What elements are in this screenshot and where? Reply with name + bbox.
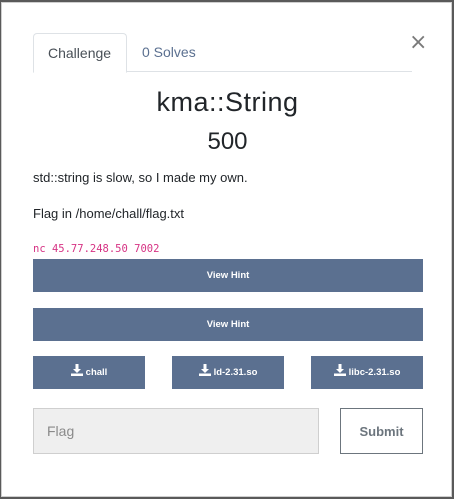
challenge-value: 500 xyxy=(207,128,248,155)
download-icon xyxy=(333,364,346,377)
tab-solves-label: 0 Solves xyxy=(142,44,196,60)
challenge-name: kma::String xyxy=(156,87,299,117)
download-libc-button[interactable]: libc-2.31.so xyxy=(311,356,423,389)
view-hint-label: View Hint xyxy=(206,319,250,330)
tab-solves[interactable]: 0 Solves xyxy=(128,33,210,73)
tab-challenge-label: Challenge xyxy=(48,45,112,61)
description-line: Flag in /home/chall/flag.txt xyxy=(33,206,185,221)
download-label: chall xyxy=(85,367,108,378)
download-chall-button[interactable]: chall xyxy=(33,356,145,389)
download-label: ld-2.31.so xyxy=(213,367,258,378)
download-icon xyxy=(70,364,83,377)
challenge-modal: × Challenge 0 Solves kma::String 500 std… xyxy=(1,2,452,497)
submit-button[interactable]: Submit xyxy=(340,408,423,454)
download-icon xyxy=(198,364,211,377)
connection-command: nc 45.77.248.50 7002 xyxy=(33,243,160,255)
flag-input[interactable] xyxy=(33,408,319,454)
description-line: std::string is slow, so I made my own. xyxy=(33,170,248,185)
download-label: libc-2.31.so xyxy=(348,367,401,378)
download-ld-button[interactable]: ld-2.31.so xyxy=(172,356,284,389)
view-hint-button[interactable]: View Hint xyxy=(33,308,423,341)
view-hint-button[interactable]: View Hint xyxy=(33,259,423,292)
tab-bar: Challenge 0 Solves xyxy=(33,33,412,73)
tab-challenge[interactable]: Challenge xyxy=(33,33,127,73)
view-hint-label: View Hint xyxy=(206,270,250,281)
